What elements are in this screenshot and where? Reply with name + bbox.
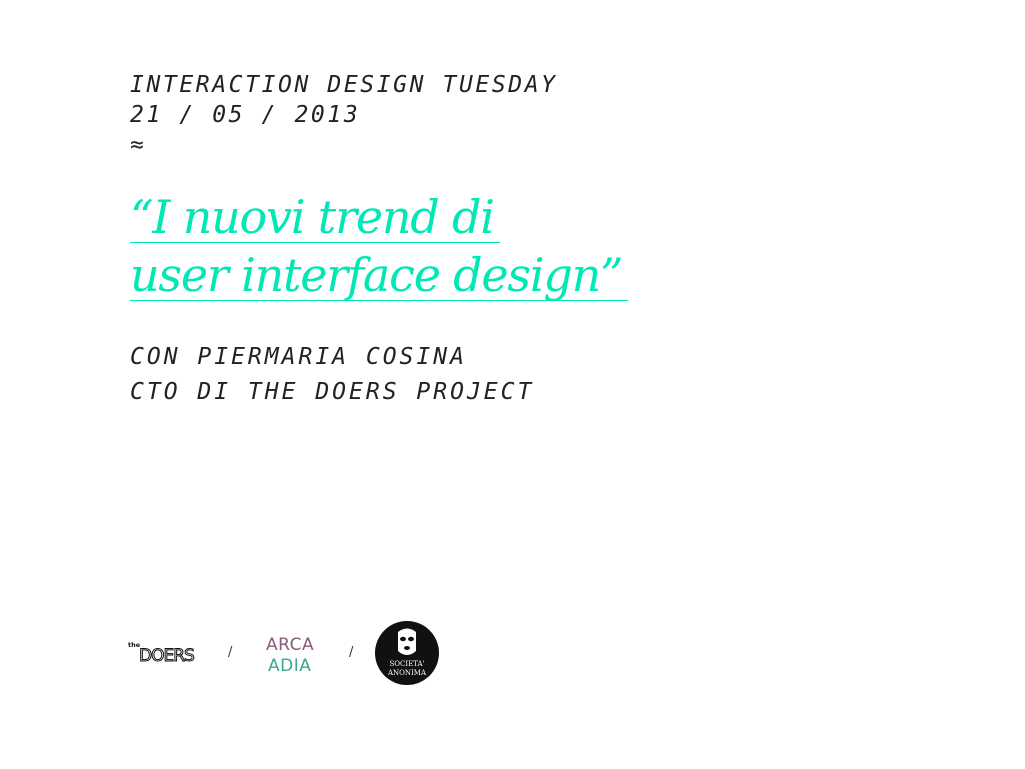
svg-text:DOERS: DOERS — [139, 646, 194, 664]
logo-separator: / — [349, 645, 354, 660]
speaker-role: CTO DI THE DOERS PROJECT — [130, 379, 535, 405]
event-date: 21 / 05 / 2013 — [130, 102, 361, 128]
svg-text:ARCA: ARCA — [266, 635, 314, 655]
svg-text:SOCIETA': SOCIETA' — [389, 660, 424, 668]
event-title: INTERACTION DESIGN TUESDAY — [130, 72, 558, 98]
svg-text:ADIA: ADIA — [268, 656, 311, 674]
arcadia-logo: ARCA ADIA — [266, 635, 314, 674]
approx-separator: ≈ — [130, 132, 144, 158]
svg-text:ANONIMA: ANONIMA — [387, 669, 427, 677]
logo-separator: / — [228, 645, 233, 660]
talk-title-line-2: user interface design” — [130, 250, 629, 301]
talk-title: “I nuovi trend di user interface design” — [130, 188, 629, 304]
talk-title-line-1: “I nuovi trend di — [130, 192, 500, 243]
speaker-name: CON PIERMARIA COSINA — [130, 344, 467, 370]
the-doers-logo: the DOERS — [128, 641, 196, 664]
societa-anonima-logo: SOCIETA' ANONIMA — [375, 621, 439, 685]
